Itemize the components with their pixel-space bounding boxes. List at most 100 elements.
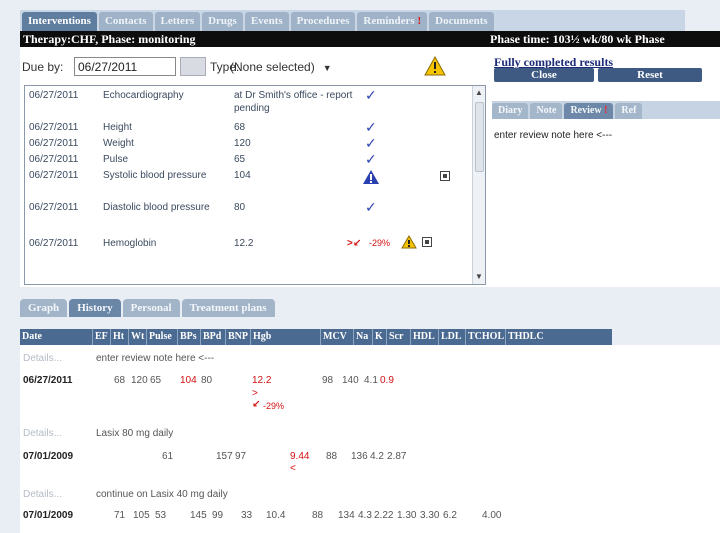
due-date-input[interactable] xyxy=(74,57,176,76)
col-bps[interactable]: BPs xyxy=(177,329,197,345)
note-box-icon[interactable] xyxy=(422,237,432,247)
details-link[interactable]: Details... xyxy=(23,427,62,440)
col-ef[interactable]: EF xyxy=(92,329,108,345)
col-scr[interactable]: Scr xyxy=(386,329,403,345)
col-bnp[interactable]: BNP xyxy=(225,329,248,345)
col-pulse[interactable]: Pulse xyxy=(146,329,172,345)
due-by-label: Due by: xyxy=(22,60,64,74)
tab-procedures[interactable]: Procedures xyxy=(290,12,356,31)
col-mcv[interactable]: MCV xyxy=(320,329,347,345)
results-panel: Due by: Type: (None selected)▼ 06/27/201… xyxy=(20,47,488,287)
history-row[interactable]: 07/01/2009 71 105 53 145 99 33 10.4 88 1… xyxy=(20,509,720,525)
review-alert-badge: ! xyxy=(604,105,608,116)
tab-review-label: Review xyxy=(570,105,602,116)
type-select[interactable]: (None selected) ▼ xyxy=(230,60,332,74)
tab-documents[interactable]: Documents xyxy=(429,12,494,31)
details-link[interactable]: Details... xyxy=(23,352,62,365)
col-ht[interactable]: Ht xyxy=(110,329,124,345)
result-row[interactable]: 06/27/2011 Hemoglobin 12.2 >↙ -29% xyxy=(25,235,465,253)
result-date: 06/27/2011 xyxy=(29,238,79,249)
scroll-down-icon[interactable]: ▼ xyxy=(475,272,483,281)
reminder-alert-badge: ! xyxy=(417,15,422,27)
alert-triangle-icon xyxy=(363,170,379,184)
tab-reminders[interactable]: Reminders ! xyxy=(357,12,428,31)
cell-scr: 2.22 xyxy=(374,510,394,521)
results-scrollbar[interactable]: ▲ ▼ xyxy=(472,86,485,284)
results-list[interactable]: 06/27/2011 Echocardiography at Dr Smith'… xyxy=(24,85,486,285)
col-thdlc[interactable]: THDLC xyxy=(505,329,544,345)
col-hgb[interactable]: Hgb xyxy=(250,329,271,345)
cell-mcv: 88 xyxy=(312,510,324,521)
check-icon: ✓ xyxy=(365,119,377,135)
check-icon: ✓ xyxy=(365,87,377,103)
tab-letters[interactable]: Letters xyxy=(154,12,201,31)
cell-hgb: 10.4 xyxy=(266,510,286,521)
col-hdl[interactable]: HDL xyxy=(410,329,435,345)
history-row[interactable]: 06/27/2011 68 120 65 104 80 12.2 > ↙ -29… xyxy=(20,374,720,414)
result-value: 104 xyxy=(234,170,251,181)
note-box-icon[interactable] xyxy=(440,171,450,181)
review-tab-strip: Diary Note Review ! Ref xyxy=(492,101,720,119)
result-row[interactable]: 06/27/2011 Height 68 ✓ xyxy=(25,119,465,137)
history-tab-strip: Graph History Personal Treatment plans xyxy=(20,297,350,317)
result-value: 65 xyxy=(234,154,246,165)
col-tchol[interactable]: TCHOL xyxy=(465,329,504,345)
close-button[interactable]: Close xyxy=(494,68,594,82)
cell-wt: 105 xyxy=(133,510,150,521)
calendar-button[interactable] xyxy=(180,57,206,76)
history-note-row[interactable]: Details... Lasix 80 mg daily xyxy=(20,427,720,443)
result-value: 120 xyxy=(234,138,251,149)
history-note-row[interactable]: Details... enter review note here <--- xyxy=(20,352,720,368)
cell-wt: 120 xyxy=(131,375,148,386)
cell-ht: 71 xyxy=(114,510,126,521)
reset-button[interactable]: Reset xyxy=(598,68,702,82)
cell-bpd: 99 xyxy=(212,510,224,521)
col-ldl[interactable]: LDL xyxy=(438,329,462,345)
result-row[interactable]: 06/27/2011 Weight 120 ✓ xyxy=(25,135,465,153)
tab-events[interactable]: Events xyxy=(244,12,289,31)
col-date[interactable]: Date xyxy=(20,329,42,345)
tab-contacts[interactable]: Contacts xyxy=(98,12,153,31)
tab-treatment-plans[interactable]: Treatment plans xyxy=(181,299,275,317)
history-note-row[interactable]: Details... continue on Lasix 40 mg daily xyxy=(20,488,720,504)
tab-drugs[interactable]: Drugs xyxy=(202,12,243,31)
cell-pulse: 65 xyxy=(150,375,162,386)
col-wt[interactable]: Wt xyxy=(128,329,144,345)
history-date: 06/27/2011 xyxy=(23,375,73,386)
cell-bpd: 97 xyxy=(235,451,247,462)
details-link[interactable]: Details... xyxy=(23,488,62,501)
cell-ht: 68 xyxy=(114,375,126,386)
result-row[interactable]: 06/27/2011 Diastolic blood pressure 80 ✓ xyxy=(25,200,465,229)
check-icon: ✓ xyxy=(365,135,377,151)
cell-pulse: 53 xyxy=(155,510,167,521)
result-value: 68 xyxy=(234,122,246,133)
tab-note[interactable]: Note xyxy=(530,103,563,119)
tab-interventions[interactable]: Interventions xyxy=(22,12,97,31)
tab-ref[interactable]: Ref xyxy=(615,103,643,119)
tab-personal[interactable]: Personal xyxy=(122,299,180,317)
review-note-text[interactable]: enter review note here <--- xyxy=(494,130,612,141)
history-row[interactable]: 07/01/2009 61 157 97 9.44 < 88 136 4.2 2… xyxy=(20,450,720,476)
review-panel: Fully completed results Close Reset Diar… xyxy=(488,47,720,287)
result-date: 06/27/2011 xyxy=(29,202,79,213)
tab-history[interactable]: History xyxy=(69,299,121,317)
col-na[interactable]: Na xyxy=(353,329,368,345)
scroll-thumb[interactable] xyxy=(475,102,484,172)
col-bpd[interactable]: BPd xyxy=(200,329,221,345)
result-test: Diastolic blood pressure xyxy=(103,202,210,213)
result-test: Systolic blood pressure xyxy=(103,170,207,181)
trend-percent: -29% xyxy=(369,238,391,248)
col-k[interactable]: K xyxy=(372,329,383,345)
scroll-up-icon[interactable]: ▲ xyxy=(475,88,483,97)
result-row[interactable]: 06/27/2011 Pulse 65 ✓ xyxy=(25,152,465,169)
tab-review[interactable]: Review ! xyxy=(564,103,614,119)
history-date: 07/01/2009 xyxy=(23,451,74,462)
main-tab-strip: Interventions Contacts Letters Drugs Eve… xyxy=(20,10,685,31)
phase-time: Phase time: 103½ wk/80 wk Phase xyxy=(490,32,665,46)
tab-graph[interactable]: Graph xyxy=(20,299,68,317)
result-test: Weight xyxy=(103,138,134,149)
tab-diary[interactable]: Diary xyxy=(492,103,529,119)
result-row[interactable]: 06/27/2011 Systolic blood pressure 104 xyxy=(25,169,465,197)
result-row[interactable]: 06/27/2011 Echocardiography at Dr Smith'… xyxy=(25,87,465,117)
cell-tchol: 6.2 xyxy=(443,510,457,521)
